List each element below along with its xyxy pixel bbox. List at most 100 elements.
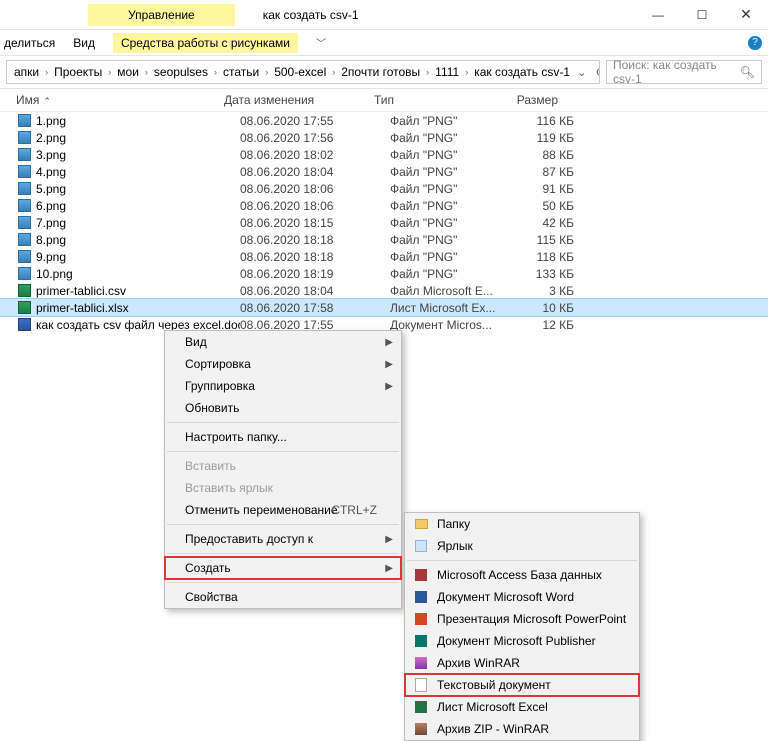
minimize-button[interactable]: — xyxy=(636,0,680,30)
file-size: 118 КБ xyxy=(508,250,574,264)
file-row[interactable]: 7.png08.06.2020 18:15Файл "PNG"42 КБ xyxy=(0,214,768,231)
col-size[interactable]: Размер xyxy=(492,93,558,107)
file-row[interactable]: 5.png08.06.2020 18:06Файл "PNG"91 КБ xyxy=(0,180,768,197)
window-title: как создать csv-1 xyxy=(235,8,636,22)
file-date: 08.06.2020 18:19 xyxy=(240,267,390,281)
file-size: 42 КБ xyxy=(508,216,574,230)
file-icon xyxy=(16,215,32,231)
ctx-paste-shortcut: Вставить ярлык xyxy=(165,477,401,499)
file-row[interactable]: primer-tablici.xlsx08.06.2020 17:58Лист … xyxy=(0,299,768,316)
submenu-label: Microsoft Access База данных xyxy=(437,568,602,582)
tab-share[interactable]: делиться xyxy=(4,36,55,50)
chevron-right-icon: › xyxy=(462,67,471,77)
file-name: 1.png xyxy=(36,114,240,128)
maximize-button[interactable]: ☐ xyxy=(680,0,724,30)
file-type: Лист Microsoft Ex... xyxy=(390,301,508,315)
file-row[interactable]: 6.png08.06.2020 18:06Файл "PNG"50 КБ xyxy=(0,197,768,214)
ctx-create-ppt[interactable]: Презентация Microsoft PowerPoint xyxy=(405,608,639,630)
crumb[interactable]: Проекты xyxy=(51,65,105,79)
crumb[interactable]: 1111 xyxy=(432,65,462,79)
file-row[interactable]: 1.png08.06.2020 17:55Файл "PNG"116 КБ xyxy=(0,112,768,129)
ctx-create-link[interactable]: Ярлык xyxy=(405,535,639,557)
file-type: Файл Microsoft E... xyxy=(390,284,508,298)
search-input[interactable]: Поиск: как создать csv-1 🔍︎ xyxy=(606,60,762,84)
ctx-create-word[interactable]: Документ Microsoft Word xyxy=(405,586,639,608)
file-type: Файл "PNG" xyxy=(390,131,508,145)
ctx-create-access[interactable]: Microsoft Access База данных xyxy=(405,564,639,586)
file-row[interactable]: 2.png08.06.2020 17:56Файл "PNG"119 КБ xyxy=(0,129,768,146)
file-icon xyxy=(16,181,32,197)
submenu-label: Архив ZIP - WinRAR xyxy=(437,722,549,736)
file-type: Файл "PNG" xyxy=(390,233,508,247)
ctx-create-rar[interactable]: Архив WinRAR xyxy=(405,652,639,674)
help-icon[interactable]: ? xyxy=(748,36,762,50)
ctx-undo-rename[interactable]: Отменить переименованиеCTRL+Z xyxy=(165,499,401,521)
file-name: 2.png xyxy=(36,131,240,145)
file-size: 115 КБ xyxy=(508,233,574,247)
ctx-customize-folder[interactable]: Настроить папку... xyxy=(165,426,401,448)
pub-icon xyxy=(413,633,429,649)
file-date: 08.06.2020 17:55 xyxy=(240,114,390,128)
tab-view[interactable]: Вид xyxy=(73,36,95,50)
col-date[interactable]: Дата изменения xyxy=(224,93,374,107)
ctx-create-zip[interactable]: Архив ZIP - WinRAR xyxy=(405,718,639,740)
dropdown-icon[interactable]: ⌄ xyxy=(573,66,590,79)
chevron-right-icon: › xyxy=(329,67,338,77)
ctx-view[interactable]: Вид▶ xyxy=(165,331,401,353)
ribbon-tab-manage[interactable]: Управление xyxy=(88,4,235,26)
crumb[interactable]: мои xyxy=(114,65,142,79)
refresh-icon[interactable]: ⟳ xyxy=(592,66,600,79)
menu-separator xyxy=(167,422,399,423)
file-icon xyxy=(16,232,32,248)
file-size: 87 КБ xyxy=(508,165,574,179)
file-date: 08.06.2020 17:58 xyxy=(240,301,390,315)
crumb[interactable]: 2почти готовы xyxy=(338,65,423,79)
ctx-create[interactable]: Создать▶ xyxy=(165,557,401,579)
file-name: 9.png xyxy=(36,250,240,264)
file-row[interactable]: 8.png08.06.2020 18:18Файл "PNG"115 КБ xyxy=(0,231,768,248)
file-date: 08.06.2020 18:15 xyxy=(240,216,390,230)
file-row[interactable]: 3.png08.06.2020 18:02Файл "PNG"88 КБ xyxy=(0,146,768,163)
file-icon xyxy=(16,300,32,316)
chevron-right-icon: ▶ xyxy=(385,337,393,348)
breadcrumb[interactable]: апки›Проекты›мои›seopulses›статьи›500-ex… xyxy=(6,60,600,84)
ctx-properties[interactable]: Свойства xyxy=(165,586,401,608)
crumb[interactable]: апки xyxy=(11,65,42,79)
file-row[interactable]: 10.png08.06.2020 18:19Файл "PNG"133 КБ xyxy=(0,265,768,282)
close-button[interactable]: ✕ xyxy=(724,0,768,30)
file-row[interactable]: 9.png08.06.2020 18:18Файл "PNG"118 КБ xyxy=(0,248,768,265)
ctx-group[interactable]: Группировка▶ xyxy=(165,375,401,397)
file-row[interactable]: primer-tablici.csv08.06.2020 18:04Файл M… xyxy=(0,282,768,299)
ctx-create-txt[interactable]: Текстовый документ xyxy=(405,674,639,696)
file-icon xyxy=(16,249,32,265)
address-row: апки›Проекты›мои›seopulses›статьи›500-ex… xyxy=(0,56,768,88)
file-date: 08.06.2020 18:02 xyxy=(240,148,390,162)
title-bar: Управление как создать csv-1 — ☐ ✕ xyxy=(0,0,768,30)
submenu-label: Текстовый документ xyxy=(437,678,551,692)
file-size: 91 КБ xyxy=(508,182,574,196)
col-name[interactable]: Имя⌃ xyxy=(16,93,224,107)
ctx-share-access[interactable]: Предоставить доступ к▶ xyxy=(165,528,401,550)
file-size: 50 КБ xyxy=(508,199,574,213)
file-type: Файл "PNG" xyxy=(390,267,508,281)
file-row[interactable]: 4.png08.06.2020 18:04Файл "PNG"87 КБ xyxy=(0,163,768,180)
ctx-create-xls[interactable]: Лист Microsoft Excel xyxy=(405,696,639,718)
crumb[interactable]: seopulses xyxy=(151,65,211,79)
crumb[interactable]: статьи xyxy=(220,65,262,79)
ctx-create-folder[interactable]: Папку xyxy=(405,513,639,535)
ctx-sort[interactable]: Сортировка▶ xyxy=(165,353,401,375)
chevron-right-icon: › xyxy=(105,67,114,77)
file-name: primer-tablici.xlsx xyxy=(36,301,240,315)
file-type: Файл "PNG" xyxy=(390,250,508,264)
tab-picture-tools[interactable]: Средства работы с рисунками xyxy=(113,33,298,53)
context-submenu-create: ПапкуЯрлык Microsoft Access База данных До… xyxy=(404,512,640,741)
col-type[interactable]: Тип xyxy=(374,93,492,107)
ctx-create-pub[interactable]: Документ Microsoft Publisher xyxy=(405,630,639,652)
ribbon-expand-icon[interactable]: ﹀ xyxy=(316,35,326,50)
crumb[interactable]: 500-excel xyxy=(271,65,329,79)
search-icon: 🔍︎ xyxy=(740,65,755,79)
ctx-refresh[interactable]: Обновить xyxy=(165,397,401,419)
file-date: 08.06.2020 18:18 xyxy=(240,233,390,247)
menu-separator xyxy=(167,582,399,583)
crumb[interactable]: как создать csv-1 xyxy=(471,65,573,79)
